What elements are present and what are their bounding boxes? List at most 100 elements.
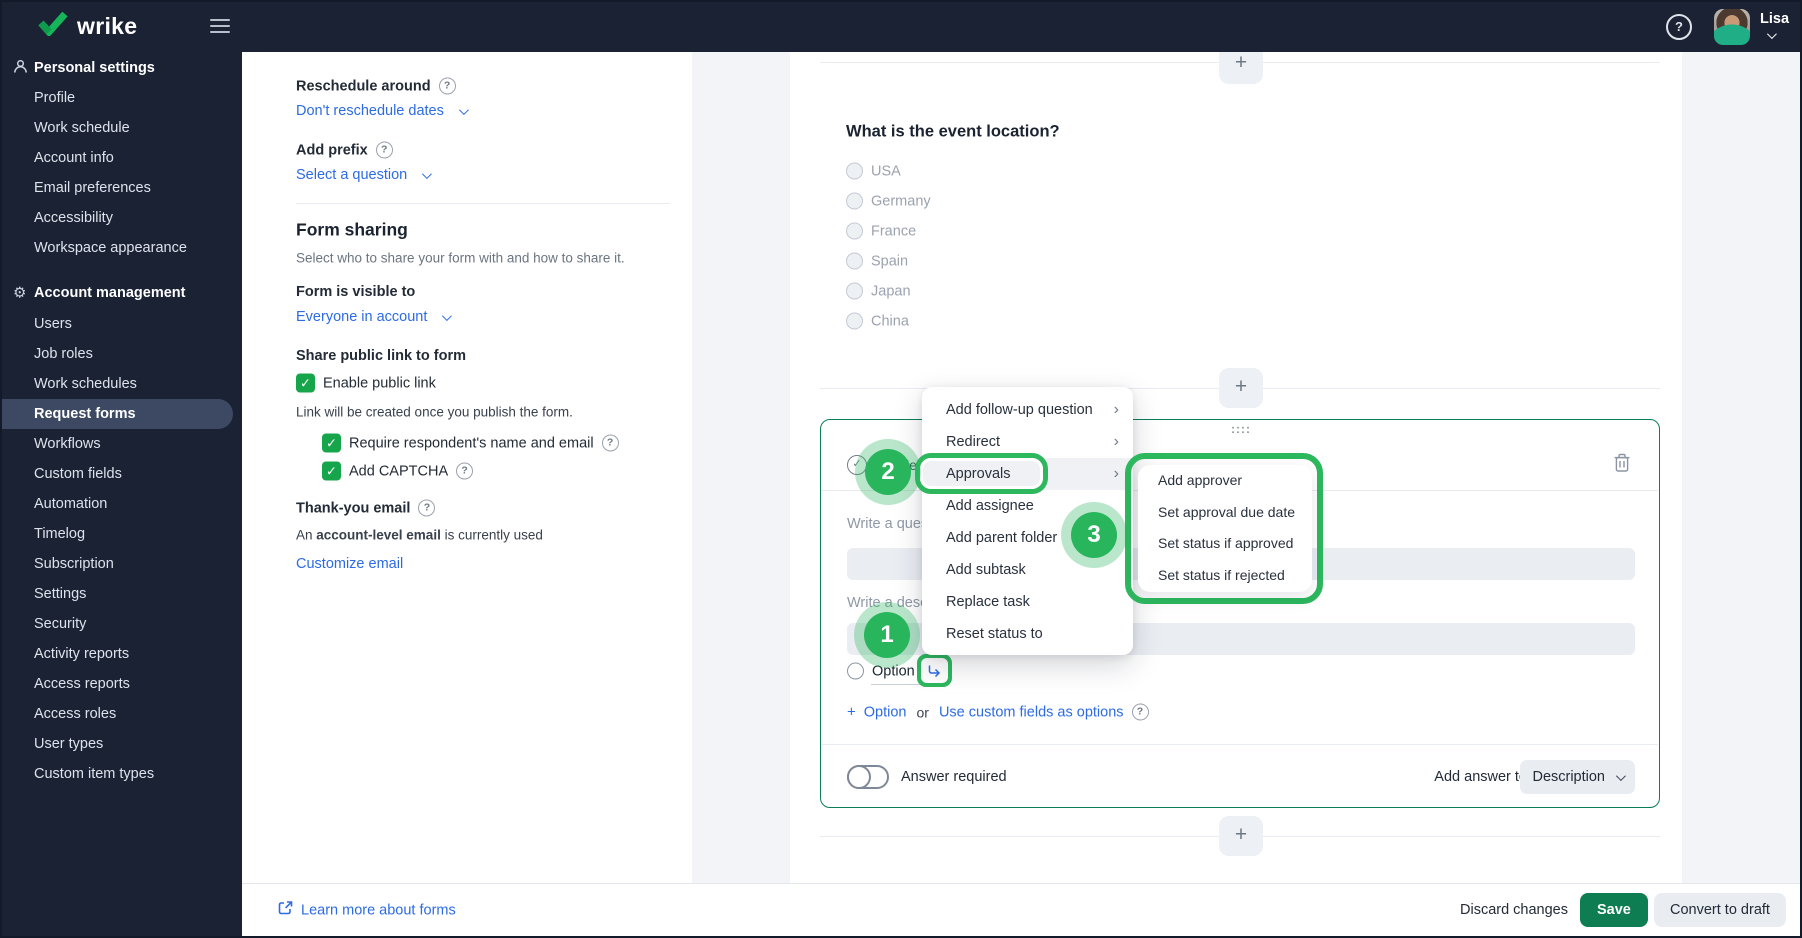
sidebar-item-work-schedule[interactable]: Work schedule bbox=[34, 120, 130, 136]
help-icon[interactable] bbox=[438, 77, 456, 95]
redirect-option-annotation bbox=[917, 654, 952, 687]
sidebar-section-account-management[interactable]: Account management bbox=[34, 285, 185, 301]
use-custom-fields-link[interactable]: Use custom fields as options bbox=[939, 704, 1124, 720]
add-captcha-checkbox[interactable] bbox=[322, 461, 341, 481]
sidebar-item-timelog[interactable]: Timelog bbox=[34, 526, 85, 542]
require-name-email-checkbox[interactable] bbox=[322, 433, 341, 453]
sidebar-item-access-reports[interactable]: Access reports bbox=[34, 676, 130, 692]
enable-public-link-checkbox[interactable] bbox=[296, 373, 315, 393]
sidebar-item-access-roles[interactable]: Access roles bbox=[34, 706, 116, 722]
bottom-action-bar: Learn more about forms Discard changes S… bbox=[242, 883, 1800, 936]
chevron-down-icon bbox=[442, 310, 453, 321]
help-icon[interactable] bbox=[418, 499, 436, 517]
sidebar-item-subscription[interactable]: Subscription bbox=[34, 556, 114, 572]
customize-email-link[interactable]: Customize email bbox=[296, 556, 403, 572]
help-icon[interactable] bbox=[1131, 703, 1149, 721]
step-badge-2: 2 bbox=[855, 439, 921, 505]
redirect-icon[interactable] bbox=[921, 658, 948, 683]
add-answer-to-label: Add answer to bbox=[1434, 769, 1527, 785]
sidebar-item-workspace-appearance[interactable]: Workspace appearance bbox=[34, 240, 187, 256]
step-badge-1: 1 bbox=[854, 602, 920, 668]
sidebar-item-user-types[interactable]: User types bbox=[34, 736, 103, 752]
visibility-dropdown[interactable]: Everyone in account bbox=[296, 309, 427, 325]
question-option[interactable]: Spain bbox=[871, 253, 908, 269]
sidebar-item-workflows[interactable]: Workflows bbox=[34, 436, 101, 452]
add-question-button-bottom[interactable] bbox=[1219, 816, 1263, 856]
radio-icon[interactable] bbox=[846, 192, 863, 210]
add-option-link[interactable]: Option bbox=[864, 704, 907, 720]
question-title[interactable]: What is the event location? bbox=[846, 123, 1060, 142]
drag-handle-icon[interactable] bbox=[1221, 422, 1261, 436]
chevron-down-icon bbox=[422, 168, 433, 179]
avatar[interactable] bbox=[1714, 9, 1750, 45]
question-option[interactable]: Japan bbox=[871, 283, 911, 299]
question-option[interactable]: China bbox=[871, 313, 909, 329]
reschedule-around-label: Reschedule around bbox=[296, 78, 431, 94]
plus-icon: + bbox=[847, 703, 856, 721]
step-badge-3: 3 bbox=[1061, 502, 1127, 568]
sidebar-item-email-preferences[interactable]: Email preferences bbox=[34, 180, 151, 196]
sidebar-item-activity-reports[interactable]: Activity reports bbox=[34, 646, 129, 662]
answer-required-label: Answer required bbox=[901, 769, 1007, 785]
sidebar-item-job-roles[interactable]: Job roles bbox=[34, 346, 93, 362]
sidebar-item-custom-fields[interactable]: Custom fields bbox=[34, 466, 122, 482]
radio-icon[interactable] bbox=[846, 252, 863, 270]
sidebar-item-users[interactable]: Users bbox=[34, 316, 72, 332]
submenu-item-add-approver[interactable]: Add approver bbox=[1138, 465, 1312, 497]
or-label: or bbox=[916, 704, 929, 720]
add-answer-target-dropdown[interactable]: Description bbox=[1520, 760, 1635, 794]
submenu-arrow-icon bbox=[1114, 458, 1119, 490]
wrike-logo[interactable]: wrike bbox=[38, 11, 137, 41]
chevron-down-icon bbox=[458, 104, 469, 115]
thank-you-email-label: Thank-you email bbox=[296, 500, 411, 516]
help-icon[interactable] bbox=[601, 434, 619, 452]
public-link-note: Link will be created once you publish th… bbox=[296, 404, 573, 420]
sidebar-item-custom-item-types[interactable]: Custom item types bbox=[34, 766, 154, 782]
sidebar-item-work-schedules[interactable]: Work schedules bbox=[34, 376, 137, 392]
submenu-item-set-status-if-rejected[interactable]: Set status if rejected bbox=[1138, 560, 1312, 592]
radio-icon[interactable] bbox=[846, 312, 863, 330]
chevron-down-icon bbox=[1766, 29, 1777, 40]
user-menu[interactable]: Lisa bbox=[1760, 11, 1800, 43]
help-icon[interactable] bbox=[456, 462, 474, 480]
question-option[interactable]: France bbox=[871, 223, 916, 239]
convert-to-draft-button[interactable]: Convert to draft bbox=[1654, 893, 1786, 927]
radio-icon[interactable] bbox=[846, 282, 863, 300]
answer-required-toggle[interactable] bbox=[847, 765, 889, 789]
question-option[interactable]: Germany bbox=[871, 193, 931, 209]
sidebar-item-accessibility[interactable]: Accessibility bbox=[34, 210, 113, 226]
discard-changes-button[interactable]: Discard changes bbox=[1460, 902, 1568, 918]
menu-item-reset-status-to[interactable]: Reset status to bbox=[922, 618, 1133, 650]
add-question-button-middle[interactable] bbox=[1219, 368, 1263, 408]
save-button[interactable]: Save bbox=[1580, 893, 1648, 927]
sidebar-item-request-forms[interactable]: Request forms bbox=[34, 406, 136, 422]
annotation-inner-ring bbox=[920, 458, 1043, 489]
sidebar-item-account-info[interactable]: Account info bbox=[34, 150, 114, 166]
submenu-item-set-approval-due-date[interactable]: Set approval due date bbox=[1138, 497, 1312, 529]
sidebar-section-personal-settings[interactable]: Personal settings bbox=[34, 60, 155, 76]
add-question-button-top[interactable] bbox=[1219, 52, 1263, 84]
radio-icon[interactable] bbox=[846, 162, 863, 180]
menu-item-add-follow-up-question[interactable]: Add follow-up question bbox=[922, 394, 1133, 426]
question-option[interactable]: USA bbox=[871, 163, 901, 179]
radio-icon[interactable] bbox=[847, 662, 864, 680]
app-window: wrike Lisa Personal settings Profile Wor… bbox=[0, 0, 1802, 938]
submenu-item-set-status-if-approved[interactable]: Set status if approved bbox=[1138, 528, 1312, 560]
help-icon[interactable] bbox=[375, 141, 393, 159]
sidebar-item-automation[interactable]: Automation bbox=[34, 496, 107, 512]
sidebar-item-settings[interactable]: Settings bbox=[34, 586, 86, 602]
sidebar-item-security[interactable]: Security bbox=[34, 616, 86, 632]
trash-icon[interactable] bbox=[1613, 453, 1631, 478]
form-sharing-subtitle: Select who to share your form with and h… bbox=[296, 250, 625, 266]
menu-item-replace-task[interactable]: Replace task bbox=[922, 586, 1133, 618]
wrike-check-icon bbox=[38, 11, 68, 41]
divider bbox=[821, 744, 1658, 745]
help-icon[interactable] bbox=[1666, 14, 1692, 40]
add-captcha-label: Add CAPTCHA bbox=[349, 463, 449, 479]
sidebar-item-profile[interactable]: Profile bbox=[34, 90, 75, 106]
hamburger-menu-icon[interactable] bbox=[210, 19, 230, 37]
reschedule-dropdown[interactable]: Don't reschedule dates bbox=[296, 103, 444, 119]
learn-more-link[interactable]: Learn more about forms bbox=[278, 901, 456, 920]
prefix-question-dropdown[interactable]: Select a question bbox=[296, 167, 407, 183]
radio-icon[interactable] bbox=[846, 222, 863, 240]
